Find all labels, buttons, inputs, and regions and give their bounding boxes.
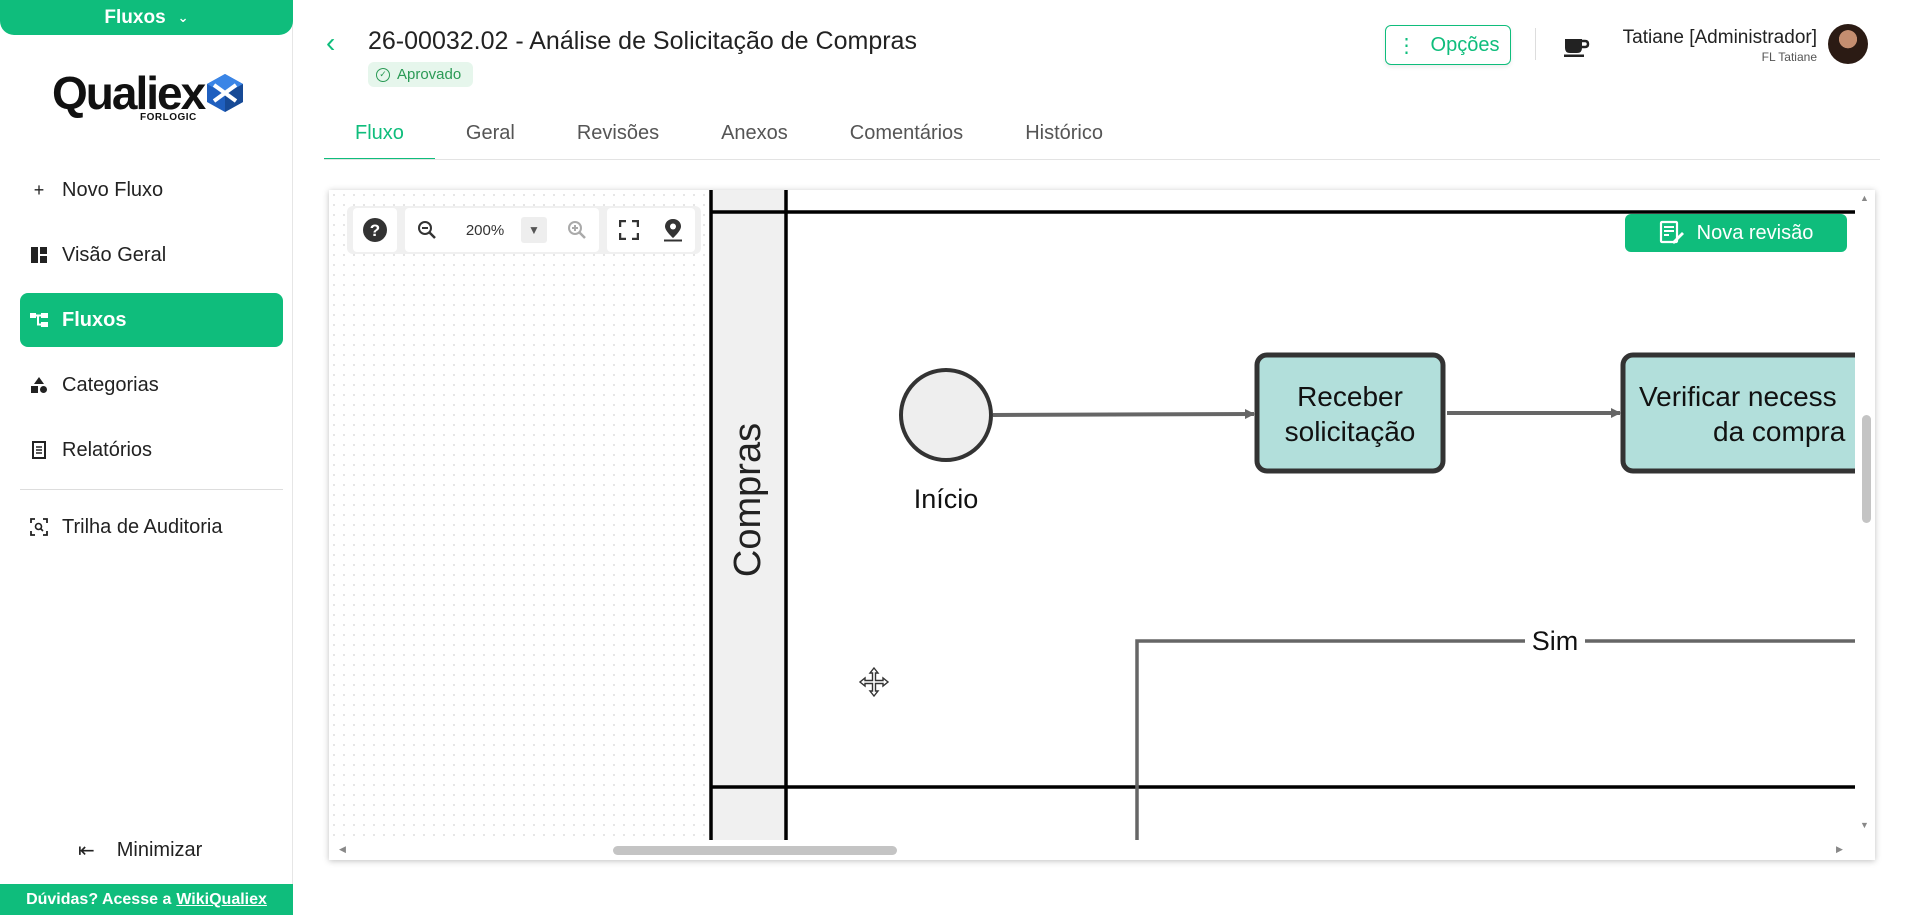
options-button[interactable]: ⋮ Opções	[1385, 25, 1511, 65]
sidebar-item-trilha-auditoria[interactable]: Trilha de Auditoria	[20, 500, 283, 554]
minimize-label: Minimizar	[116, 839, 203, 861]
horizontal-scroll-thumb[interactable]	[613, 846, 897, 855]
scroll-down-icon[interactable]: ▼	[1860, 820, 1869, 830]
vertical-scrollbar[interactable]: ▲ ▼	[1855, 190, 1875, 840]
chevron-down-icon: ⌄	[177, 9, 189, 25]
shapes-icon	[31, 377, 47, 393]
sidebar-item-label: Relatórios	[62, 438, 153, 461]
zoom-group: 200% ▼	[405, 208, 599, 252]
task-verificar-necessidade[interactable]	[1620, 352, 1855, 474]
module-switcher[interactable]: Fluxos ⌄	[0, 0, 293, 35]
sidebar-divider	[20, 489, 283, 490]
help-text: Dúvidas? Acesse a	[26, 890, 172, 908]
nova-revisao-label: Nova revisão	[1696, 221, 1814, 244]
tab-historico[interactable]: Histórico	[994, 118, 1134, 160]
view-group	[607, 208, 695, 252]
status-badge: ✓ Aprovado	[368, 62, 474, 87]
bpmn-diagram: Compras Início Receber solicitação Verif…	[709, 190, 1855, 840]
page-title: 26-00032.02 - Análise de Solicitação de …	[368, 27, 917, 55]
zoom-in-icon	[568, 221, 586, 239]
flow-icon	[30, 313, 48, 327]
sequence-flow-1[interactable]	[992, 409, 1255, 420]
sidebar-item-label: Categorias	[62, 373, 159, 396]
canvas-toolbar: ? 200% ▼	[347, 206, 701, 254]
horizontal-scrollbar[interactable]: ◀ ▶	[329, 840, 1875, 860]
scroll-up-icon[interactable]: ▲	[1860, 193, 1869, 203]
tab-bar: Fluxo Geral Revisões Anexos Comentários …	[324, 118, 1134, 160]
module-label: Fluxos	[104, 6, 166, 28]
help-circle-icon: ?	[363, 218, 387, 242]
vertical-scroll-thumb[interactable]	[1862, 415, 1871, 523]
logo-sub: FORLOGIC	[140, 112, 197, 123]
report-icon	[32, 441, 46, 459]
flow-label-sim: Sim	[1532, 626, 1579, 656]
task-receber-solicitacao[interactable]	[1254, 352, 1446, 474]
options-label: Opções	[1430, 33, 1500, 56]
dashboard-icon	[31, 247, 47, 263]
tabs-underline	[324, 159, 1880, 160]
lane-label[interactable]: Compras	[727, 423, 769, 577]
sidebar-item-label: Novo Fluxo	[62, 178, 164, 201]
back-arrow-icon[interactable]: ‹	[326, 27, 335, 59]
check-circle-icon: ✓	[376, 67, 390, 82]
task1-line1: Receber	[1297, 381, 1403, 412]
pool-area	[711, 190, 1855, 840]
wiki-link[interactable]: WikiQualiex	[176, 891, 267, 909]
sidebar-item-label: Visão Geral	[62, 243, 167, 266]
svg-text:?: ?	[370, 221, 380, 240]
coffee-icon[interactable]	[1562, 30, 1590, 58]
zoom-in-button[interactable]	[555, 208, 599, 252]
kebab-menu-icon: ⋮	[1396, 34, 1417, 57]
sidebar-item-categorias[interactable]: Categorias	[20, 358, 283, 412]
task1-line2: solicitação	[1285, 416, 1416, 447]
edit-document-icon	[1659, 220, 1684, 244]
start-event[interactable]	[899, 368, 993, 462]
collapse-left-icon: ⇤	[78, 840, 95, 862]
tab-geral[interactable]: Geral	[435, 118, 546, 160]
scroll-left-icon[interactable]: ◀	[339, 844, 346, 855]
locate-button[interactable]	[651, 208, 695, 252]
help-button[interactable]: ?	[353, 208, 397, 252]
logo-cube-icon	[207, 74, 243, 112]
sidebar-item-label: Fluxos	[62, 308, 127, 331]
sidebar-item-label: Trilha de Auditoria	[62, 515, 223, 538]
nova-revisao-button[interactable]: Nova revisão	[1625, 214, 1847, 252]
diagram-canvas[interactable]: Compras Início Receber solicitação Verif…	[329, 190, 1875, 860]
tab-revisoes[interactable]: Revisões	[546, 118, 690, 160]
tab-comentarios[interactable]: Comentários	[819, 118, 994, 160]
task2-line1: Verificar necess	[1639, 381, 1837, 412]
sidebar-item-novo-fluxo[interactable]: + Novo Fluxo	[20, 163, 283, 217]
user-name[interactable]: Tatiane [Administrador]	[1623, 27, 1817, 49]
zoom-out-button[interactable]	[405, 208, 449, 252]
user-company: FL Tatiane	[1761, 50, 1817, 64]
help-group: ?	[353, 208, 397, 252]
caret-down-icon: ▼	[528, 223, 540, 237]
tab-fluxo[interactable]: Fluxo	[324, 118, 435, 160]
fullscreen-icon	[619, 220, 639, 240]
fullscreen-button[interactable]	[607, 208, 651, 252]
start-event-label: Início	[914, 484, 979, 514]
zoom-dropdown[interactable]: ▼	[521, 217, 547, 243]
plus-icon: +	[33, 179, 45, 200]
sidebar-item-visao-geral[interactable]: Visão Geral	[20, 228, 283, 282]
minimize-button[interactable]: ⇤ Minimizar	[78, 838, 202, 863]
task2-line2: da compra	[1713, 416, 1846, 447]
sidebar-item-fluxos[interactable]: Fluxos	[20, 293, 283, 347]
zoom-level[interactable]: 200%	[449, 208, 521, 252]
status-label: Aprovado	[397, 66, 462, 83]
tab-anexos[interactable]: Anexos	[690, 118, 819, 160]
avatar[interactable]	[1828, 24, 1868, 64]
qualiex-logo: Qualiex FORLOGIC	[52, 66, 243, 126]
help-bar: Dúvidas? Acesse a WikiQualiex	[0, 884, 293, 915]
sidebar-item-relatorios[interactable]: Relatórios	[20, 423, 283, 477]
header-separator	[1535, 28, 1536, 60]
sidebar: Fluxos ⌄ Qualiex FORLOGIC + Novo Fluxo V…	[0, 0, 293, 915]
scroll-right-icon[interactable]: ▶	[1836, 844, 1843, 855]
zoom-out-icon	[418, 221, 436, 239]
map-pin-icon	[664, 219, 682, 242]
audit-trail-icon	[30, 518, 48, 536]
